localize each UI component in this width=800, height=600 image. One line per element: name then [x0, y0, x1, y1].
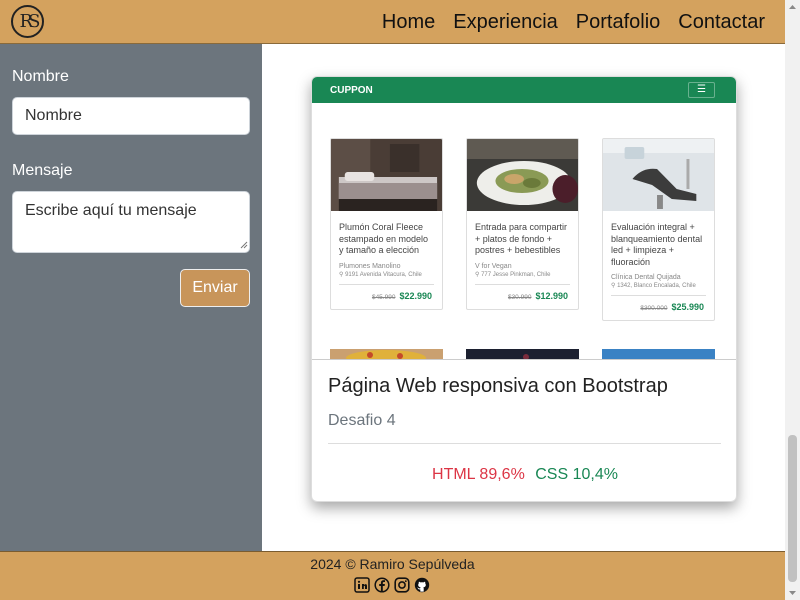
- bed-photo: [331, 139, 442, 211]
- preview-deal-shop: Clínica Dental Quijada: [611, 274, 681, 281]
- project-title: Página Web responsiva con Bootstrap: [328, 375, 668, 397]
- social-links: [354, 577, 430, 593]
- name-label: Nombre: [12, 68, 69, 85]
- scroll-down-arrow-icon[interactable]: [785, 586, 800, 600]
- nav-link-contactar[interactable]: Contactar: [678, 11, 765, 34]
- preview-deal-address: ⚲ 1342, Blanco Encalada, Chile: [611, 283, 696, 289]
- top-navbar: RS Home Experiencia Portafolio Contactar: [0, 0, 785, 44]
- preview-deal-prices: $45.990 $22.990: [331, 285, 442, 309]
- preview-deal-shop: Plumones Manolino: [339, 262, 401, 270]
- send-button[interactable]: Enviar: [180, 269, 250, 307]
- preview-deal-prices: $30.990 $12.990: [467, 285, 578, 309]
- resize-grip-icon[interactable]: [239, 240, 248, 249]
- html-percentage: HTML 89,6%: [432, 466, 525, 483]
- old-price: $30.990: [507, 293, 532, 301]
- preview-deal-title: Plumón Coral Fleece estampado en modelo …: [339, 222, 429, 255]
- preview-deal-address: ⚲ 9191 Avenida Vitacura, Chile: [339, 271, 422, 278]
- nav-links: Home Experiencia Portafolio Contactar: [382, 0, 765, 44]
- preview-deal-title: Evaluación integral + blanqueamiento den…: [611, 222, 703, 267]
- old-price: $45.990: [371, 293, 396, 301]
- scroll-up-arrow-icon[interactable]: [785, 0, 800, 14]
- preview-deal-card: Evaluación integral + blanqueamiento den…: [602, 138, 715, 321]
- footer: 2024 © Ramiro Sepúlveda: [0, 551, 785, 600]
- project-card[interactable]: CUPPON ☰ Plumón Coral Fleece estampado e…: [311, 76, 737, 502]
- dental-chair-photo: [603, 139, 714, 211]
- logo[interactable]: RS: [11, 5, 44, 38]
- name-input[interactable]: [12, 97, 250, 135]
- instagram-icon[interactable]: [394, 577, 410, 593]
- dark-photo: [466, 349, 579, 359]
- project-subtitle: Desafio 4: [328, 412, 396, 429]
- preview-brand: CUPPON: [330, 85, 373, 96]
- github-icon[interactable]: [414, 577, 430, 593]
- nav-link-home[interactable]: Home: [382, 11, 435, 34]
- preview-deal-shop: V for Vegan: [475, 262, 512, 270]
- preview-deal-prices: $300.000 $25.990: [603, 296, 714, 320]
- facebook-icon[interactable]: [374, 577, 390, 593]
- preview-deal-address: ⚲ 777 Jesse Pinkman, Chile: [475, 271, 551, 278]
- project-languages: HTML 89,6% CSS 10,4%: [312, 466, 736, 484]
- preview-deal-card: Entrada para compartir + platos de fondo…: [466, 138, 579, 310]
- preview-deal-title: Entrada para compartir + platos de fondo…: [475, 222, 568, 255]
- divider: [328, 443, 721, 444]
- nav-link-experiencia[interactable]: Experiencia: [453, 11, 558, 34]
- linkedin-icon[interactable]: [354, 577, 370, 593]
- food-bowl-photo: [330, 349, 443, 359]
- preview-deal-card: Plumón Coral Fleece estampado en modelo …: [330, 138, 443, 310]
- scrollbar-thumb[interactable]: [788, 435, 797, 582]
- preview-navbar: CUPPON ☰: [312, 77, 736, 103]
- new-price: $22.990: [399, 290, 432, 301]
- blue-photo: [602, 349, 715, 359]
- css-percentage: CSS 10,4%: [535, 466, 618, 483]
- message-label: Mensaje: [12, 162, 73, 179]
- food-plate-photo: [467, 139, 578, 211]
- copyright-text: 2024 © Ramiro Sepúlveda: [310, 556, 475, 572]
- new-price: $25.990: [671, 302, 704, 312]
- old-price: $300.000: [640, 305, 668, 312]
- preview-menu-icon: ☰: [688, 82, 715, 98]
- project-preview-screenshot[interactable]: CUPPON ☰ Plumón Coral Fleece estampado e…: [312, 77, 736, 360]
- nav-link-portafolio[interactable]: Portafolio: [576, 11, 661, 34]
- new-price: $12.990: [535, 290, 568, 301]
- message-textarea[interactable]: [12, 191, 250, 253]
- page-scrollbar[interactable]: [785, 0, 800, 600]
